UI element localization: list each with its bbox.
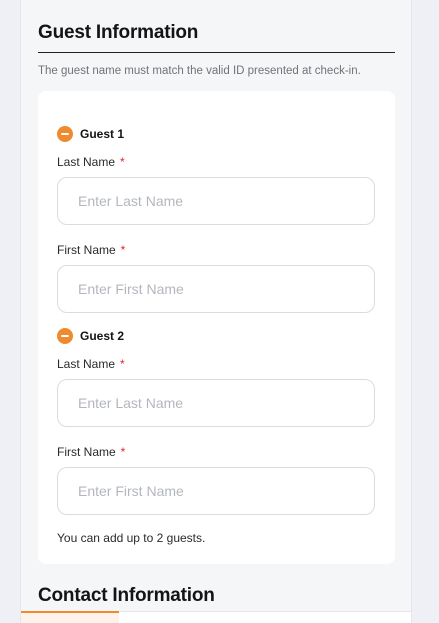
guest-1-first-name-label-text: First Name (57, 243, 116, 257)
guest-1-first-name-label: First Name * (57, 243, 125, 257)
bottom-tab-bar (21, 611, 411, 623)
guest-1-label: Guest 1 (80, 127, 125, 141)
guest-2-first-name-input[interactable] (57, 467, 375, 515)
contact-information-title: Contact Information (38, 585, 215, 606)
guest-2-label: Guest 2 (80, 329, 125, 343)
guest-1-last-name-label-text: Last Name (57, 155, 116, 169)
guest-2-first-name-label: First Name * (57, 445, 125, 459)
guest-1-header: Guest 1 (57, 126, 124, 142)
guest-card: Guest 1 Last Name * First Name * Guest 2 L… (38, 91, 395, 564)
active-tab-indicator[interactable] (21, 611, 119, 623)
guest-1-last-name-label: Last Name * (57, 155, 125, 169)
guest-2-last-name-label-text: Last Name (57, 357, 116, 371)
guest-1-last-name-input[interactable] (57, 177, 375, 225)
guest-2-last-name-label: Last Name * (57, 357, 125, 371)
title-divider (38, 52, 395, 53)
guest-2-last-name-input[interactable] (57, 379, 375, 427)
required-asterisk: * (120, 445, 126, 459)
required-asterisk: * (120, 243, 126, 257)
guest-1-first-name-input[interactable] (57, 265, 375, 313)
required-asterisk: * (120, 357, 125, 371)
guest-limit-note: You can add up to 2 guests. (57, 531, 206, 545)
guest-2-header: Guest 2 (57, 328, 124, 344)
booking-form-panel: Guest Information The guest name must ma… (20, 0, 412, 623)
guest-name-notice: The guest name must match the valid ID p… (38, 65, 361, 77)
guest-2-first-name-label-text: First Name (57, 445, 116, 459)
remove-guest-1-minus-icon[interactable] (57, 126, 73, 142)
remove-guest-2-minus-icon[interactable] (57, 328, 73, 344)
required-asterisk: * (120, 155, 125, 169)
guest-information-title: Guest Information (38, 22, 199, 43)
